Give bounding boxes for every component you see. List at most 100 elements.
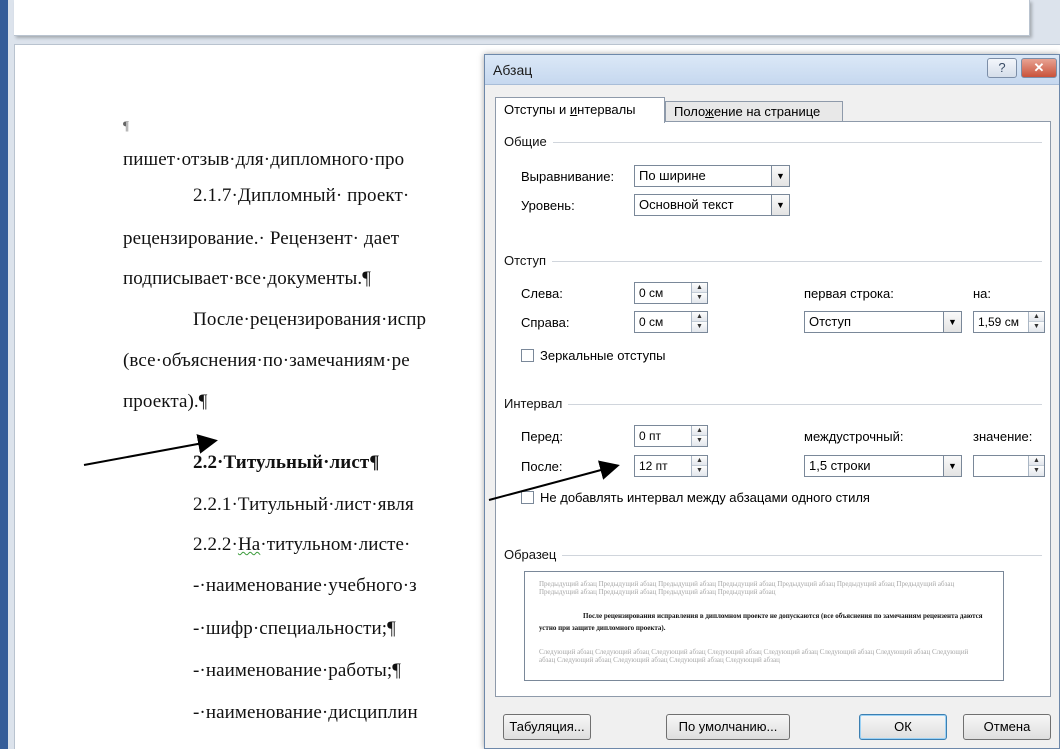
spin-up-icon[interactable]: ▲ bbox=[692, 283, 707, 293]
group-divider bbox=[504, 555, 1042, 556]
doc-line: пишет·отзыв·для·дипломного·про bbox=[123, 149, 405, 170]
doc-line: (все·объяснения·по·замечаниям·ре bbox=[123, 350, 410, 371]
preview-previous-paragraph: Предыдущий абзац Предыдущий абзац Предыд… bbox=[539, 580, 955, 596]
spin-up-icon[interactable]: ▲ bbox=[692, 426, 707, 436]
spin-down-icon[interactable]: ▼ bbox=[692, 436, 707, 446]
dont-add-space-checkbox[interactable] bbox=[521, 491, 534, 504]
right-indent-spinner[interactable]: 0 см ▲ ▼ bbox=[634, 311, 708, 333]
tab-line-page-breaks[interactable]: Положение на странице bbox=[665, 101, 843, 121]
right-indent-label: Справа: bbox=[521, 315, 570, 330]
window-left-border bbox=[0, 0, 8, 749]
tab-label: ение на странице bbox=[713, 104, 821, 119]
tab-label-accel: ж bbox=[705, 104, 714, 119]
group-title-general: Общие bbox=[504, 134, 553, 149]
doc-line: После·рецензирования·испр bbox=[193, 309, 427, 330]
spin-down-icon[interactable]: ▼ bbox=[692, 322, 707, 332]
spin-up-icon[interactable]: ▲ bbox=[692, 456, 707, 466]
mirror-indents-checkbox[interactable] bbox=[521, 349, 534, 362]
by-spinner[interactable]: 1,59 см ▲ ▼ bbox=[973, 311, 1045, 333]
spin-down-icon[interactable]: ▼ bbox=[1029, 466, 1044, 476]
doc-line: -·наименование·учебного·з bbox=[193, 575, 417, 596]
spinner-buttons[interactable]: ▲ ▼ bbox=[691, 426, 707, 446]
chevron-down-icon: ▼ bbox=[771, 166, 789, 186]
spin-up-icon[interactable]: ▲ bbox=[1029, 456, 1044, 466]
group-divider bbox=[504, 404, 1042, 405]
line-spacing-value: 1,5 строки bbox=[809, 458, 871, 473]
doc-line: ¶ bbox=[123, 118, 129, 133]
group-divider bbox=[504, 142, 1042, 143]
spin-down-icon[interactable]: ▼ bbox=[1029, 322, 1044, 332]
spacing-value-label: значение: bbox=[973, 429, 1033, 444]
space-after-value: 12 пт bbox=[639, 459, 668, 473]
doc-line: проекта).¶ bbox=[123, 391, 208, 412]
group-title-preview: Образец bbox=[504, 547, 563, 562]
space-before-label: Перед: bbox=[521, 429, 563, 444]
first-line-label: первая строка: bbox=[804, 286, 894, 301]
dont-add-space-label[interactable]: Не добавлять интервал между абзацами одн… bbox=[540, 490, 870, 505]
doc-line: 2.2.1·Титульный·лист·явля bbox=[193, 494, 414, 515]
space-before-spinner[interactable]: 0 пт ▲ ▼ bbox=[634, 425, 708, 447]
space-after-spinner[interactable]: 12 пт ▲ ▼ bbox=[634, 455, 708, 477]
first-line-select[interactable]: Отступ ▼ bbox=[804, 311, 962, 333]
spinner-buttons[interactable]: ▲ ▼ bbox=[1028, 456, 1044, 476]
alignment-label: Выравнивание: bbox=[521, 169, 615, 184]
line-spacing-label: междустрочный: bbox=[804, 429, 904, 444]
by-value: 1,59 см bbox=[978, 315, 1019, 329]
close-button[interactable]: ✕ bbox=[1021, 58, 1057, 78]
spin-up-icon[interactable]: ▲ bbox=[1029, 312, 1044, 322]
group-title-indent: Отступ bbox=[504, 253, 553, 268]
alignment-value: По ширине bbox=[639, 168, 706, 183]
tab-label: Отступы и bbox=[504, 102, 570, 117]
right-indent-value: 0 см bbox=[639, 315, 664, 329]
first-line-value: Отступ bbox=[809, 314, 852, 329]
level-label: Уровень: bbox=[521, 198, 575, 213]
preview-next-paragraph: Следующий абзац Следующий абзац Следующи… bbox=[539, 648, 969, 664]
doc-text: 2.2.2· bbox=[193, 534, 238, 555]
doc-line: -·шифр·специальности;¶ bbox=[193, 618, 396, 639]
help-button[interactable]: ? bbox=[987, 58, 1017, 78]
doc-line: рецензирование.· Рецензент· дает bbox=[123, 228, 400, 249]
spinner-buttons[interactable]: ▲ ▼ bbox=[691, 312, 707, 332]
help-icon: ? bbox=[998, 60, 1006, 75]
mirror-indents-label[interactable]: Зеркальные отступы bbox=[540, 348, 665, 363]
spinner-buttons[interactable]: ▲ ▼ bbox=[691, 283, 707, 303]
tabs-button[interactable]: Табуляция... bbox=[503, 714, 591, 740]
space-before-value: 0 пт bbox=[639, 429, 662, 443]
doc-line: 2.1.7·Дипломный· проект· bbox=[193, 185, 410, 206]
spinner-buttons[interactable]: ▲ ▼ bbox=[691, 456, 707, 476]
chevron-down-icon: ▼ bbox=[943, 312, 961, 332]
level-value: Основной текст bbox=[639, 197, 734, 212]
doc-line: 2.2.2·На·титульном·листе· bbox=[193, 534, 410, 556]
set-default-button[interactable]: По умолчанию... bbox=[666, 714, 790, 740]
line-spacing-select[interactable]: 1,5 строки ▼ bbox=[804, 455, 962, 477]
level-select[interactable]: Основной текст ▼ bbox=[634, 194, 790, 216]
doc-text: ·титульном·листе· bbox=[260, 534, 411, 555]
space-after-label: После: bbox=[521, 459, 563, 474]
dialog-title: Абзац bbox=[493, 62, 533, 78]
doc-line: -·наименование·дисциплин bbox=[193, 702, 418, 723]
paragraph-dialog: Абзац ? ✕ Отступы и интервалы Положение … bbox=[484, 54, 1060, 749]
preview-box: Предыдущий абзац Предыдущий абзац Предыд… bbox=[524, 571, 1004, 681]
left-indent-label: Слева: bbox=[521, 286, 563, 301]
alignment-select[interactable]: По ширине ▼ bbox=[634, 165, 790, 187]
spinner-buttons[interactable]: ▲ ▼ bbox=[1028, 312, 1044, 332]
ok-button[interactable]: ОК bbox=[859, 714, 947, 740]
spin-up-icon[interactable]: ▲ bbox=[692, 312, 707, 322]
spin-down-icon[interactable]: ▼ bbox=[692, 293, 707, 303]
doc-line: подписывает·все·документы.¶ bbox=[123, 268, 371, 289]
spin-down-icon[interactable]: ▼ bbox=[692, 466, 707, 476]
spell-squiggle-word: На bbox=[237, 534, 261, 555]
cancel-button[interactable]: Отмена bbox=[963, 714, 1051, 740]
dialog-titlebar[interactable]: Абзац ? ✕ bbox=[485, 55, 1059, 85]
previous-page-bottom bbox=[14, 0, 1030, 36]
group-title-spacing: Интервал bbox=[504, 396, 569, 411]
left-indent-value: 0 см bbox=[639, 286, 664, 300]
left-indent-spinner[interactable]: 0 см ▲ ▼ bbox=[634, 282, 708, 304]
close-icon: ✕ bbox=[1033, 60, 1045, 75]
spacing-value-spinner[interactable]: ▲ ▼ bbox=[973, 455, 1045, 477]
by-label: на: bbox=[973, 286, 992, 301]
tab-label: Поло bbox=[674, 104, 706, 119]
group-divider bbox=[504, 261, 1042, 262]
preview-current-paragraph: После рецензирования исправления в дипло… bbox=[539, 612, 983, 632]
tab-indents-spacing[interactable]: Отступы и интервалы bbox=[495, 97, 665, 123]
